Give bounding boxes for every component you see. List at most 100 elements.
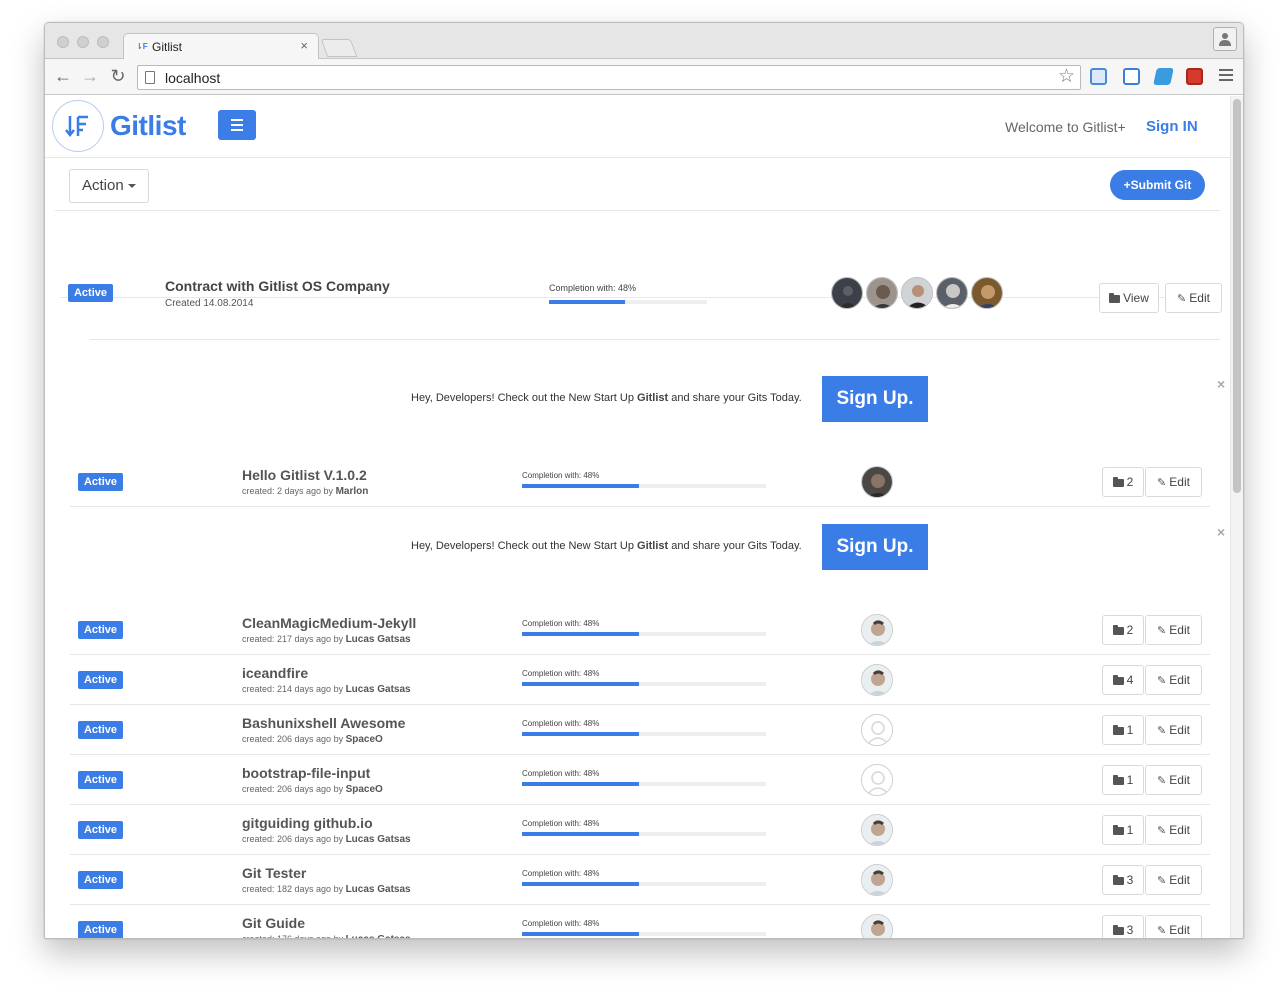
member-avatar[interactable] bbox=[901, 277, 933, 309]
author-link[interactable]: Lucas Gatsas bbox=[346, 834, 411, 845]
page-icon bbox=[145, 71, 155, 84]
profile-button[interactable] bbox=[1213, 27, 1237, 51]
bookmark-star-icon[interactable]: ☆ bbox=[1058, 67, 1075, 87]
pencil-icon: ✎ bbox=[1157, 775, 1167, 787]
page-viewport: Gitlist Welcome to Gitlist+ Sign IN Acti… bbox=[45, 96, 1243, 938]
edit-button[interactable]: ✎ Edit bbox=[1145, 467, 1202, 497]
logo[interactable] bbox=[52, 100, 104, 152]
edit-button[interactable]: ✎ Edit bbox=[1145, 815, 1202, 845]
submit-git-button[interactable]: +Submit Git bbox=[1110, 170, 1205, 200]
sign-up-button[interactable]: Sign Up. bbox=[822, 376, 928, 422]
project-title[interactable]: Contract with Gitlist OS Company bbox=[165, 278, 390, 294]
project-title[interactable]: gitguiding github.io bbox=[242, 815, 373, 831]
status-badge: Active bbox=[78, 921, 123, 938]
reload-button[interactable]: ↻ bbox=[108, 66, 128, 86]
edit-label: Edit bbox=[1189, 291, 1210, 305]
edit-button[interactable]: ✎ Edit bbox=[1145, 665, 1202, 695]
repo-count-button[interactable]: 1 bbox=[1102, 765, 1144, 795]
project-title[interactable]: iceandfire bbox=[242, 665, 308, 681]
author-avatar[interactable] bbox=[861, 614, 893, 646]
member-avatar[interactable] bbox=[936, 277, 968, 309]
author-link[interactable]: Lucas Gatsas bbox=[346, 634, 411, 645]
member-avatar[interactable] bbox=[971, 277, 1003, 309]
folder-icon bbox=[1112, 875, 1124, 885]
zoom-window-button[interactable] bbox=[97, 36, 109, 48]
author-link[interactable]: SpaceO bbox=[346, 734, 383, 745]
tab-strip: ⇂F Gitlist × bbox=[45, 23, 1243, 60]
member-avatar[interactable] bbox=[866, 277, 898, 309]
pencil-icon: ✎ bbox=[1157, 625, 1167, 637]
sign-up-button[interactable]: Sign Up. bbox=[822, 524, 928, 570]
status-badge: Active bbox=[78, 821, 123, 839]
promo-banner: Hey, Developers! Check out the New Start… bbox=[45, 376, 1230, 422]
progress-fill bbox=[522, 682, 640, 686]
close-promo-icon[interactable]: × bbox=[1217, 524, 1225, 540]
author-avatar[interactable] bbox=[861, 466, 893, 498]
browser-menu-button[interactable] bbox=[1219, 69, 1233, 84]
edit-button[interactable]: ✎ Edit bbox=[1145, 915, 1202, 938]
extension-window-icon[interactable] bbox=[1123, 68, 1140, 85]
edit-button[interactable]: ✎ Edit bbox=[1145, 765, 1202, 795]
person-icon bbox=[1219, 33, 1231, 46]
member-avatar[interactable] bbox=[831, 277, 863, 309]
close-window-button[interactable] bbox=[57, 36, 69, 48]
edit-button[interactable]: ✎ Edit bbox=[1145, 615, 1202, 645]
folder-icon bbox=[1112, 775, 1124, 785]
completion-label: Completion with: 48% bbox=[522, 719, 600, 728]
author-link[interactable]: Marlon bbox=[336, 486, 369, 497]
repo-count-button[interactable]: 2 bbox=[1102, 615, 1144, 645]
repo-count-button[interactable]: 1 bbox=[1102, 715, 1144, 745]
project-row: Active iceandfire created: 214 days ago by… bbox=[70, 655, 1210, 705]
edit-button[interactable]: ✎ Edit bbox=[1145, 715, 1202, 745]
edit-button[interactable]: ✎ Edit bbox=[1165, 283, 1222, 313]
scrollbar-thumb[interactable] bbox=[1233, 99, 1241, 493]
author-link[interactable]: Lucas Gatsas bbox=[346, 934, 411, 938]
progress-fill bbox=[522, 932, 640, 936]
new-tab-button[interactable] bbox=[320, 39, 358, 57]
author-avatar[interactable] bbox=[861, 914, 893, 938]
author-avatar[interactable] bbox=[861, 814, 893, 846]
project-created: created: 206 days ago by SpaceO bbox=[242, 734, 383, 745]
repo-count-button[interactable]: 2 bbox=[1102, 467, 1144, 497]
menu-toggle-button[interactable] bbox=[218, 110, 256, 140]
repo-count-button[interactable]: 1 bbox=[1102, 815, 1144, 845]
author-link[interactable]: Lucas Gatsas bbox=[346, 884, 411, 895]
author-avatar[interactable] bbox=[861, 664, 893, 696]
project-title[interactable]: CleanMagicMedium-Jekyll bbox=[242, 615, 416, 631]
extension-play-icon[interactable] bbox=[1186, 68, 1203, 85]
action-dropdown[interactable]: Action bbox=[69, 169, 149, 203]
repo-count-button[interactable]: 4 bbox=[1102, 665, 1144, 695]
author-avatar[interactable] bbox=[861, 764, 893, 796]
minimize-window-button[interactable] bbox=[77, 36, 89, 48]
author-link[interactable]: Lucas Gatsas bbox=[346, 684, 411, 695]
author-link[interactable]: SpaceO bbox=[346, 784, 383, 795]
view-button[interactable]: View bbox=[1099, 283, 1159, 313]
brand-name[interactable]: Gitlist bbox=[110, 110, 186, 142]
forward-button[interactable]: → bbox=[80, 66, 100, 86]
close-promo-icon[interactable]: × bbox=[1217, 376, 1225, 392]
tab-close-icon[interactable]: × bbox=[300, 38, 308, 53]
browser-tab[interactable]: ⇂F Gitlist × bbox=[123, 33, 319, 60]
edit-button[interactable]: ✎ Edit bbox=[1145, 865, 1202, 895]
project-title[interactable]: Git Guide bbox=[242, 915, 305, 931]
sign-in-link[interactable]: Sign IN bbox=[1146, 118, 1198, 135]
project-title[interactable]: Git Tester bbox=[242, 865, 306, 881]
repo-count-button[interactable]: 3 bbox=[1102, 865, 1144, 895]
address-bar[interactable]: localhost ☆ bbox=[137, 65, 1081, 90]
extension-shield-icon[interactable] bbox=[1153, 68, 1174, 85]
promo-banner: Hey, Developers! Check out the New Start… bbox=[45, 524, 1230, 570]
back-button[interactable]: ← bbox=[53, 66, 73, 86]
project-title[interactable]: Hello Gitlist V.1.0.2 bbox=[242, 467, 367, 483]
folder-icon bbox=[1112, 725, 1124, 735]
author-avatar[interactable] bbox=[861, 714, 893, 746]
pencil-icon: ✎ bbox=[1177, 293, 1187, 305]
extension-calendar-icon[interactable] bbox=[1090, 68, 1107, 85]
edit-label: Edit bbox=[1169, 475, 1190, 489]
repo-count-button[interactable]: 3 bbox=[1102, 915, 1144, 938]
author-avatar[interactable] bbox=[861, 864, 893, 896]
edit-label: Edit bbox=[1169, 873, 1190, 887]
project-row: Active CleanMagicMedium-Jekyll created: 21… bbox=[70, 605, 1210, 655]
page-scrollbar[interactable] bbox=[1230, 96, 1243, 938]
project-title[interactable]: bootstrap-file-input bbox=[242, 765, 370, 781]
project-title[interactable]: Bashunixshell Awesome bbox=[242, 715, 405, 731]
